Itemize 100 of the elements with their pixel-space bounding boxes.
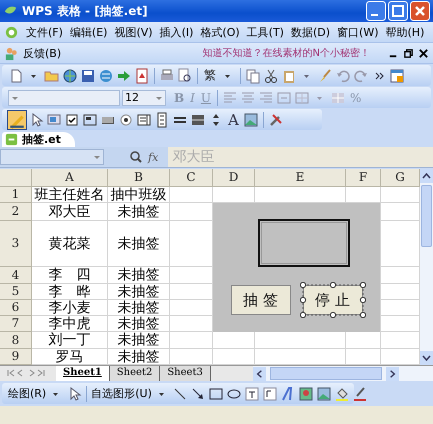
window-title: WPS 表格 - [抽签.et] bbox=[22, 2, 148, 20]
table-cell: 李 晔 bbox=[32, 284, 108, 300]
brush-icon[interactable] bbox=[317, 68, 333, 84]
radio-icon[interactable] bbox=[118, 112, 134, 128]
menu-item[interactable]: 窗口(W) bbox=[337, 24, 378, 40]
picture-icon[interactable] bbox=[242, 112, 259, 128]
sheet-tab[interactable]: Sheet1 bbox=[56, 366, 110, 381]
scroll-thumb[interactable] bbox=[270, 367, 382, 380]
merge-cells-icon[interactable] bbox=[276, 90, 292, 106]
table-cell: 班主任姓名 bbox=[32, 187, 108, 203]
line-icon[interactable] bbox=[172, 386, 188, 402]
picture-icon[interactable] bbox=[316, 386, 332, 402]
empty-cell bbox=[170, 187, 213, 203]
minimize-button[interactable] bbox=[366, 1, 386, 21]
sheet-tab[interactable]: Sheet2 bbox=[110, 366, 160, 381]
checkbox-icon[interactable] bbox=[64, 112, 80, 128]
globe-icon[interactable] bbox=[62, 68, 78, 84]
text-box-icon[interactable] bbox=[262, 386, 278, 402]
arrow-icon[interactable] bbox=[190, 386, 206, 402]
menu-item[interactable]: 文件(F) bbox=[26, 24, 63, 40]
row-header[interactable]: 8 bbox=[0, 332, 32, 349]
rectangle-icon[interactable] bbox=[208, 386, 224, 402]
label-tool-button[interactable]: A bbox=[226, 110, 241, 128]
tip-link[interactable]: 知道不知道？在线素材的N个小秘密！ bbox=[202, 46, 370, 60]
table-cell: 未抽签 bbox=[108, 284, 170, 300]
draw-menu[interactable]: 绘图(R) bbox=[8, 386, 46, 401]
menu-item[interactable]: 视图(V) bbox=[114, 24, 153, 40]
logo-icon bbox=[4, 24, 19, 40]
table-cell: 未抽签 bbox=[108, 203, 170, 221]
document-name: 抽签.et bbox=[22, 132, 61, 147]
table-cell: 黄花菜 bbox=[32, 221, 108, 267]
column-header[interactable]: C bbox=[170, 169, 213, 187]
menu-item[interactable]: 帮助(H) bbox=[386, 24, 424, 40]
autoshapes-menu[interactable]: 自选图形(U) bbox=[91, 386, 152, 401]
menu-item[interactable]: 格式(O) bbox=[200, 24, 240, 40]
font-size-dropdown[interactable]: 12 bbox=[122, 90, 166, 106]
magnifier-icon[interactable] bbox=[128, 149, 144, 165]
table-cell: 抽中班级 bbox=[108, 187, 170, 203]
people-icon bbox=[4, 46, 19, 60]
scroll-thumb[interactable] bbox=[421, 185, 432, 247]
fill-bucket-icon[interactable] bbox=[334, 386, 350, 402]
row-header[interactable]: 2 bbox=[0, 203, 32, 221]
caret-icon bbox=[93, 153, 101, 161]
column-header[interactable]: G bbox=[381, 169, 420, 187]
row-header[interactable]: 4 bbox=[0, 267, 32, 284]
vertical-scrollbar[interactable] bbox=[420, 169, 433, 365]
table-cell: 未抽签 bbox=[108, 267, 170, 284]
restore-icon[interactable] bbox=[403, 48, 414, 58]
column-header[interactable]: D bbox=[213, 169, 255, 187]
table-cell: 未抽签 bbox=[108, 316, 170, 332]
menu-item[interactable]: 工具(T) bbox=[246, 24, 284, 40]
tools-icon[interactable] bbox=[268, 112, 284, 128]
row-header[interactable]: 7 bbox=[0, 316, 32, 332]
picture-icon[interactable] bbox=[298, 386, 314, 402]
table-cell: 邓大臣 bbox=[32, 203, 108, 221]
traditional-chinese-button[interactable]: 繁 bbox=[202, 67, 218, 84]
document-icon[interactable] bbox=[134, 68, 150, 84]
group-box-icon[interactable] bbox=[82, 112, 98, 128]
form-button[interactable]: 抽 签 bbox=[230, 285, 290, 315]
table-cell: 李中虎 bbox=[32, 316, 108, 332]
sheet-tab[interactable]: Sheet3 bbox=[160, 366, 211, 381]
magnifier-icon[interactable] bbox=[177, 68, 193, 84]
scissors-icon[interactable] bbox=[263, 68, 279, 84]
menu-item[interactable]: 数据(D) bbox=[290, 24, 330, 40]
font-size-value: 12 bbox=[125, 91, 139, 104]
maximize-button[interactable] bbox=[388, 1, 408, 21]
column-header[interactable]: A bbox=[32, 169, 108, 187]
row-header[interactable]: 1 bbox=[0, 187, 32, 203]
window-icon[interactable] bbox=[389, 68, 405, 84]
copy-icon[interactable] bbox=[245, 68, 261, 84]
table-cell: 未抽签 bbox=[108, 300, 170, 316]
column-header[interactable]: F bbox=[346, 169, 381, 187]
close-icon[interactable] bbox=[418, 48, 429, 58]
form-button[interactable]: 停 止 bbox=[302, 285, 362, 315]
document-tab[interactable]: 抽签.et bbox=[2, 132, 75, 147]
menu-item[interactable]: 编辑(E) bbox=[70, 24, 108, 40]
row-header[interactable]: 6 bbox=[0, 300, 32, 316]
empty-cell bbox=[170, 332, 213, 349]
properties-icon[interactable] bbox=[46, 112, 62, 128]
table-cell: 李 四 bbox=[32, 267, 108, 284]
column-header[interactable]: E bbox=[255, 169, 346, 187]
column-header[interactable]: B bbox=[108, 169, 170, 187]
feedback-menu[interactable]: 反馈(B) bbox=[23, 46, 62, 60]
row-header[interactable]: 3 bbox=[0, 221, 32, 267]
design-mode-button[interactable] bbox=[8, 110, 26, 128]
table-cell: 刘一丁 bbox=[32, 332, 108, 349]
list-box-icon[interactable] bbox=[136, 112, 152, 128]
pen-color-icon[interactable] bbox=[352, 386, 368, 402]
floppy-icon[interactable] bbox=[80, 68, 96, 84]
horizontal-scrollbar[interactable] bbox=[253, 366, 433, 381]
spreadsheet-icon bbox=[4, 132, 19, 147]
text-box-icon[interactable] bbox=[244, 386, 260, 402]
menu-item[interactable]: 插入(I) bbox=[160, 24, 194, 40]
table-cell: 李小麦 bbox=[32, 300, 108, 316]
function-button[interactable]: fx bbox=[148, 150, 158, 164]
table-cell: 未抽签 bbox=[108, 332, 170, 349]
table-cell: 未抽签 bbox=[108, 221, 170, 267]
close-button[interactable] bbox=[410, 1, 430, 21]
row-header[interactable]: 5 bbox=[0, 284, 32, 300]
row-header[interactable]: 9 bbox=[0, 349, 32, 365]
